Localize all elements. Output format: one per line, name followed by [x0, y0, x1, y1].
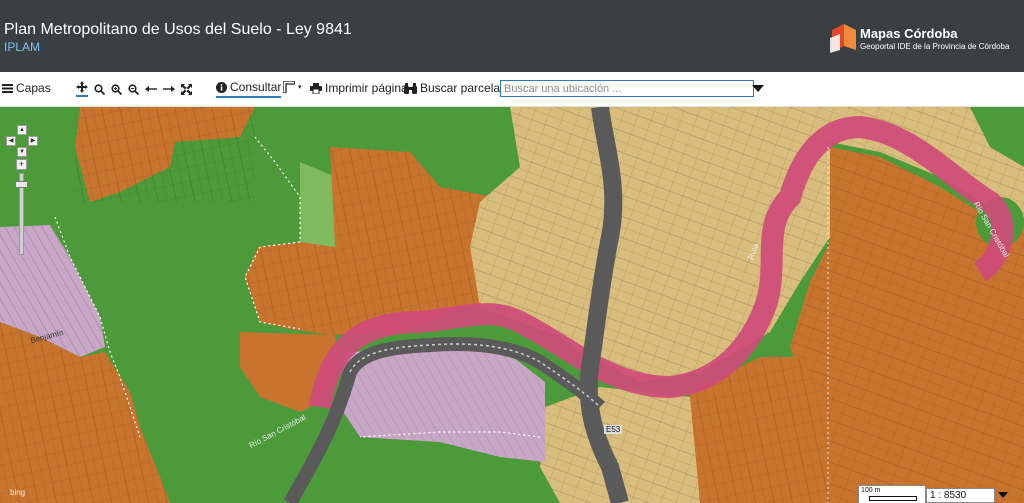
measure-dropdown[interactable]: ▾ — [283, 81, 302, 93]
scale-dropdown-caret-icon[interactable] — [998, 492, 1008, 498]
search-icon[interactable] — [94, 83, 105, 95]
zoom-in-icon[interactable] — [111, 83, 122, 95]
binoculars-icon — [404, 82, 417, 94]
forward-arrow-icon[interactable] — [163, 85, 175, 93]
consult-label: Consultar — [230, 80, 282, 94]
zoom-in-button[interactable]: + — [16, 159, 27, 170]
print-label: Imprimir página — [325, 81, 408, 95]
search-parcels-button[interactable]: Buscar parcelas — [404, 81, 506, 95]
pan-tool[interactable] — [76, 81, 88, 97]
consult-button[interactable]: Consultar — [216, 80, 282, 98]
app-subtitle: IPLAM — [4, 40, 41, 54]
caret-down-icon: ▾ — [298, 84, 302, 91]
layers-button[interactable]: Capas — [2, 81, 51, 95]
printer-icon — [310, 82, 322, 94]
back-arrow-icon[interactable] — [145, 85, 157, 93]
info-circle-icon — [216, 81, 227, 93]
road-number-label: E53 — [604, 425, 623, 434]
pan-left-button[interactable]: ◀ — [6, 136, 16, 146]
brand-name: Mapas Córdoba — [860, 26, 958, 41]
search-dropdown-caret-icon[interactable] — [752, 85, 764, 92]
layers-label: Capas — [16, 81, 51, 95]
pan-right-button[interactable]: ▶ — [28, 136, 38, 146]
move-arrows-icon — [76, 81, 88, 93]
zoom-slider-handle[interactable] — [15, 181, 28, 188]
full-extent-icon[interactable] — [181, 83, 192, 95]
pan-down-button[interactable]: ▼ — [17, 147, 27, 157]
scale-label: 100 m — [861, 487, 881, 494]
mapas-cordoba-logo-icon — [830, 24, 856, 53]
location-search-input[interactable] — [500, 80, 754, 97]
scale-ratio-select[interactable]: 1 : 8530 — [926, 488, 995, 503]
pan-up-button[interactable]: ▲ — [17, 125, 27, 135]
map-view[interactable]: Río San Cristóbal Río San Cristóbal Ruta… — [0, 107, 1024, 503]
parcels-label: Buscar parcelas — [420, 81, 507, 95]
brand-logo-block[interactable]: Mapas Córdoba Geoportal IDE de la Provin… — [828, 20, 1018, 56]
app-header: Plan Metropolitano de Usos del Suelo - L… — [0, 0, 1024, 72]
map-tools-group — [76, 81, 192, 97]
zoom-out-icon[interactable] — [128, 83, 139, 95]
ruler-icon — [283, 81, 295, 93]
hamburger-icon — [2, 83, 13, 93]
brand-subtitle: Geoportal IDE de la Provincia de Córdoba — [860, 42, 1010, 51]
map-zone-parcels — [75, 107, 255, 202]
scale-bar-line — [869, 496, 917, 501]
app-title: Plan Metropolitano de Usos del Suelo - L… — [4, 21, 352, 38]
bing-attribution: bing — [10, 488, 26, 497]
toolbar: Capas Consultar ▾ Imprimir página Buscar… — [0, 72, 1024, 107]
print-button[interactable]: Imprimir página — [310, 81, 408, 95]
map-canvas[interactable] — [0, 107, 1024, 503]
scale-bar: 100 m — [858, 485, 926, 503]
